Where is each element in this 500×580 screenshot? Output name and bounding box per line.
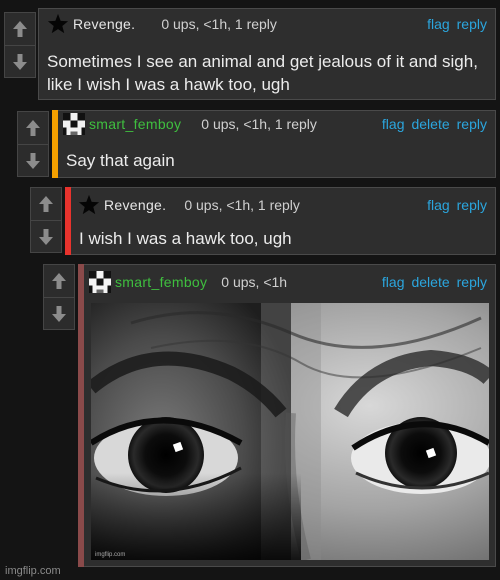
black-star-icon (47, 13, 69, 35)
comment-4: smart_femboy 0 ups, <1h flag delete repl… (78, 264, 496, 567)
vote-buttons-2 (17, 111, 49, 177)
image-watermark: imgflip.com (95, 552, 126, 558)
downvote-button[interactable] (18, 144, 48, 176)
comment-header: Revenge. 0 ups, <1h, 1 reply flag reply (39, 9, 495, 39)
username[interactable]: Revenge. (73, 16, 135, 32)
upvote-button[interactable] (5, 13, 35, 45)
delete-link[interactable]: delete (411, 274, 449, 290)
reply-link[interactable]: reply (457, 274, 487, 290)
downvote-arrow-icon (39, 228, 53, 245)
flag-link[interactable]: flag (427, 197, 450, 213)
username[interactable]: smart_femboy (115, 274, 207, 290)
upvote-arrow-icon (52, 273, 66, 289)
comment-header: Revenge. 0 ups, <1h, 1 reply flag reply (66, 188, 495, 222)
comment-meta: 0 ups, <1h, 1 reply (184, 197, 300, 213)
reply-link[interactable]: reply (457, 197, 487, 213)
upvote-button[interactable] (31, 188, 61, 220)
flag-link[interactable]: flag (382, 116, 405, 132)
comment-meta: 0 ups, <1h (221, 274, 288, 290)
upvote-button[interactable] (44, 265, 74, 297)
vote-buttons-4 (43, 264, 75, 330)
comment-meta: 0 ups, <1h, 1 reply (201, 116, 317, 132)
reply-accent-stripe (78, 264, 84, 567)
imgflip-watermark: imgflip.com (5, 565, 61, 577)
comment-text: Say that again (66, 151, 175, 170)
comment-text: Sometimes I see an animal and get jealou… (47, 52, 478, 94)
upvote-arrow-icon (13, 21, 27, 37)
black-star-icon (78, 194, 100, 216)
wide-eyed-face-photo[interactable]: imgflip.com (91, 303, 489, 560)
delete-link[interactable]: delete (411, 116, 449, 132)
pixel-avatar-icon (89, 271, 111, 293)
downvote-button[interactable] (31, 220, 61, 252)
pixel-avatar-icon (63, 113, 85, 135)
comment-header: smart_femboy 0 ups, <1h, 1 reply flag de… (53, 111, 495, 137)
downvote-arrow-icon (26, 152, 40, 169)
upvote-button[interactable] (18, 112, 48, 144)
comment-1: Revenge. 0 ups, <1h, 1 reply flag reply … (38, 8, 496, 100)
downvote-arrow-icon (13, 53, 27, 70)
comment-header: smart_femboy 0 ups, <1h flag delete repl… (79, 265, 495, 299)
upvote-arrow-icon (26, 120, 40, 136)
comment-3: Revenge. 0 ups, <1h, 1 reply flag reply … (65, 187, 496, 255)
downvote-button[interactable] (5, 45, 35, 77)
downvote-arrow-icon (52, 305, 66, 322)
reply-link[interactable]: reply (457, 116, 487, 132)
reply-link[interactable]: reply (457, 16, 487, 32)
username[interactable]: smart_femboy (89, 116, 181, 132)
upvote-arrow-icon (39, 196, 53, 212)
flag-link[interactable]: flag (382, 274, 405, 290)
flag-link[interactable]: flag (427, 16, 450, 32)
comment-meta: 0 ups, <1h, 1 reply (161, 16, 277, 32)
comment-text: I wish I was a hawk too, ugh (79, 229, 292, 248)
vote-buttons-1 (4, 12, 36, 78)
comment-2: smart_femboy 0 ups, <1h, 1 reply flag de… (52, 110, 496, 178)
vote-buttons-3 (30, 187, 62, 253)
downvote-button[interactable] (44, 297, 74, 329)
username[interactable]: Revenge. (104, 197, 166, 213)
